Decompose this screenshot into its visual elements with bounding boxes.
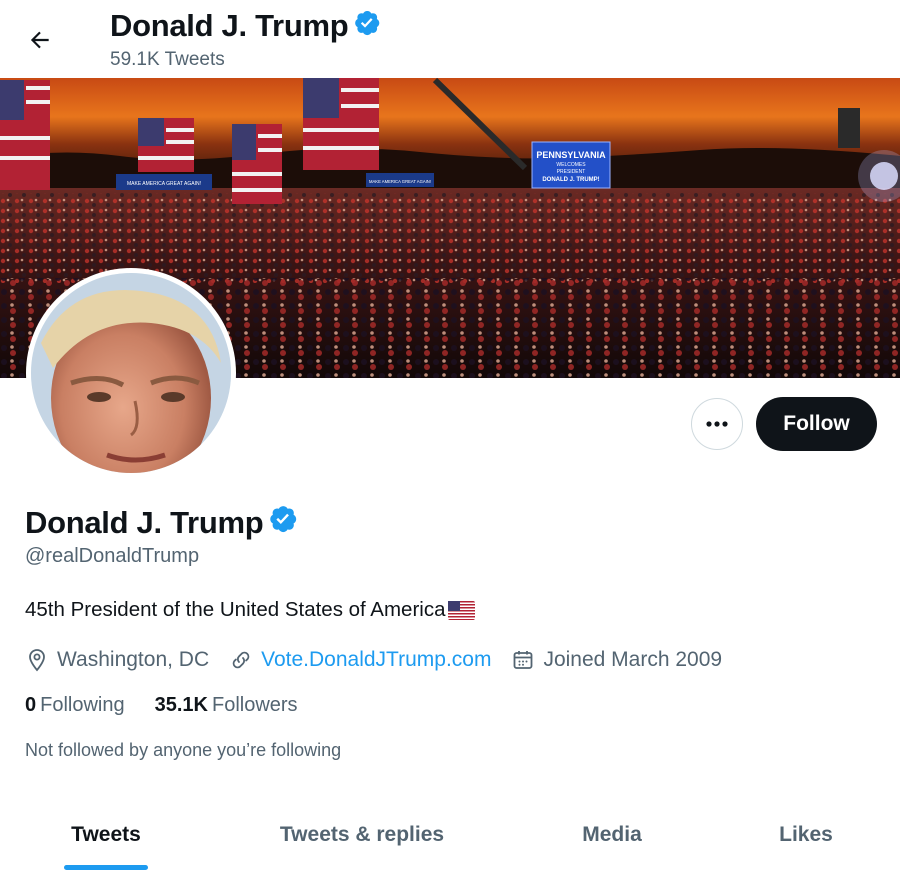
profile-handle: @realDonaldTrump [25, 545, 200, 567]
profile-tabs: Tweets Tweets & replies Media Likes [0, 800, 900, 870]
following-count: 0 [25, 694, 37, 716]
more-options-button[interactable] [691, 398, 743, 450]
website-item[interactable]: Vote.DonaldJTrump.com [229, 648, 491, 672]
active-tab-indicator [64, 865, 148, 870]
link-icon [232, 651, 250, 669]
followers-link[interactable]: 35.1K Followers [155, 694, 298, 717]
following-label: Following [40, 694, 125, 716]
calendar-icon [514, 651, 533, 669]
follow-button[interactable]: Follow [756, 397, 877, 451]
avatar-image [31, 273, 231, 473]
profile-name-row: Donald J. Trump [25, 504, 298, 541]
banner-screen-line1: PENNSYLVANIA [536, 150, 606, 160]
profile-header: Donald J. Trump 59.1K Tweets [0, 0, 900, 78]
header-tweet-count: 59.1K Tweets [110, 49, 225, 70]
back-button[interactable] [22, 22, 58, 58]
location-item: Washington, DC [25, 648, 209, 672]
profile-meta: Washington, DC Vote.DonaldJTrump.com Joi… [25, 646, 742, 674]
website-link[interactable]: Vote.DonaldJTrump.com [261, 648, 491, 672]
header-title-row: Donald J. Trump [110, 8, 381, 44]
joined-text: Joined March 2009 [543, 648, 723, 671]
verified-badge-icon [269, 504, 298, 541]
profile-name: Donald J. Trump [25, 504, 264, 540]
us-flag-icon [447, 600, 475, 620]
profile-bio: 45th President of the United States of A… [25, 598, 446, 621]
banner-screen-line2: WELCOMES [556, 162, 586, 168]
arrow-left-icon [30, 31, 49, 49]
location-pin-icon [29, 649, 45, 672]
tab-tweets[interactable]: Tweets [32, 800, 180, 870]
not-followed-notice: Not followed by anyone you’re following [25, 740, 342, 760]
banner-screen-line3: PRESIDENT [557, 169, 586, 175]
header-title: Donald J. Trump [110, 8, 349, 43]
tab-media[interactable]: Media [552, 800, 672, 870]
joined-item: Joined March 2009 [511, 648, 722, 672]
followers-count: 35.1K [154, 694, 208, 716]
verified-badge-icon [354, 8, 381, 44]
banner-sign-left: MAKE AMERICA GREAT AGAIN! [127, 181, 201, 187]
follow-stats: 0 Following 35.1K Followers [25, 694, 328, 717]
tab-tweets-replies[interactable]: Tweets & replies [262, 800, 462, 870]
following-link[interactable]: 0 Following [25, 694, 125, 717]
banner-sign-mid: MAKE AMERICA GREAT AGAIN! [369, 179, 431, 184]
avatar[interactable] [26, 268, 236, 478]
location-text: Washington, DC [57, 648, 210, 671]
profile-bio-row: 45th President of the United States of A… [25, 598, 475, 622]
banner-screen-line4: DONALD J. TRUMP! [542, 177, 599, 183]
ellipsis-icon [706, 421, 728, 427]
followers-label: Followers [211, 694, 298, 716]
tab-likes[interactable]: Likes [756, 800, 856, 870]
